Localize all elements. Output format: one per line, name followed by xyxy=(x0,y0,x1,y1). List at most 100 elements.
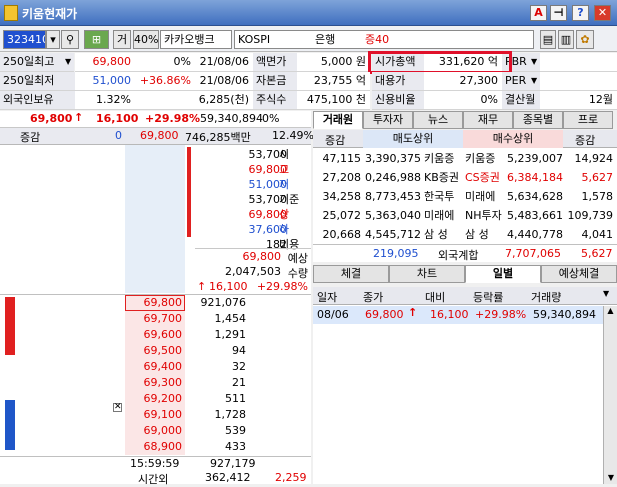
broker-cell: 8,773,453 xyxy=(365,190,421,203)
broker-row[interactable]: 20,668 4,545,712 삼 성삼 성 4,440,778 4,041 xyxy=(313,225,617,244)
broker-cell: 5,634,628 xyxy=(507,190,563,203)
broker-cell: 27,208 xyxy=(322,171,362,184)
app-icon xyxy=(4,5,18,21)
settings-icon[interactable]: ✿ xyxy=(576,30,594,49)
broker-cell: 한국투 xyxy=(424,190,455,203)
broker-cell: NH투자 xyxy=(465,209,502,222)
bid-qty: 21 xyxy=(232,376,246,389)
bid-price: 69,100 xyxy=(125,407,185,423)
bid-price: 69,200 xyxy=(125,391,185,407)
info-label: 신용비율 xyxy=(372,91,424,110)
daily-header-cell: 일자 xyxy=(317,291,338,304)
header-label: 증감 xyxy=(575,134,596,147)
bid-row[interactable]: 68,900 433 xyxy=(0,439,311,455)
broker-row[interactable]: 25,072 5,363,040 미래에 NH투자 5,483,661 109,739 xyxy=(313,206,617,225)
scroll-down-icon[interactable]: ▼ xyxy=(604,473,617,482)
toolbar: 323410 ▾ ⚲ ⊞ 거 40% 카카오뱅크 KOSPI 은행 증40 ▤ … xyxy=(0,27,617,52)
search-icon[interactable]: ⚲ xyxy=(61,30,79,49)
scrollbar[interactable]: ▲ ▼ xyxy=(603,306,617,484)
broker-cell: 5,627 xyxy=(581,171,614,184)
market-info: KOSPI 은행 증40 xyxy=(234,30,534,49)
bid-qty: 433 xyxy=(225,440,246,453)
dropdown-icon[interactable]: ▾ xyxy=(46,30,60,49)
broker-header: 증감 매도상위 매수상위 증감 xyxy=(313,130,617,148)
window-title: 키움현재가 xyxy=(22,7,78,21)
chart-icon[interactable]: ⊞ xyxy=(84,30,109,49)
volume: 59,340,894 xyxy=(200,112,263,125)
volume-pct: 0% xyxy=(262,112,280,125)
bid-row[interactable]: 69,400 32 xyxy=(0,359,311,375)
window-icon[interactable]: ▥ xyxy=(558,30,574,49)
tab-5[interactable]: 프로 xyxy=(563,111,613,129)
footer-after-label: 시간외 xyxy=(138,473,169,486)
broker-cell: 5,239,007 xyxy=(507,152,563,165)
broker-cell: 4,041 xyxy=(581,228,614,241)
daily-close: 69,800 xyxy=(365,308,404,321)
info-value: 12월 xyxy=(540,91,617,110)
dropdown-icon[interactable]: ▼ xyxy=(603,289,609,298)
pin-icon[interactable]: ⊣ xyxy=(550,5,567,21)
close-icon[interactable]: ✕ xyxy=(594,5,611,21)
dropdown-icon[interactable]: ▼ xyxy=(62,53,74,72)
broker-row[interactable]: 27,208 0,246,988 KB증권 CS증권 6,384,184 5,627 xyxy=(313,168,617,187)
daily-tab-3[interactable]: 예상체결 xyxy=(541,265,617,283)
broker-cell: 삼 성 xyxy=(424,228,448,241)
info-label: 자본금 xyxy=(253,72,297,91)
dropdown-icon[interactable]: ▼ xyxy=(528,53,540,72)
order-button[interactable]: 거 xyxy=(113,30,131,49)
daily-volume: 59,340,894 xyxy=(533,308,596,321)
stock-code-input[interactable]: 323410 xyxy=(3,30,46,49)
tab-1[interactable]: 투자자 xyxy=(363,111,413,129)
dropdown-icon[interactable]: ▼ xyxy=(528,72,540,91)
info-value: 23,755 억 xyxy=(297,72,370,91)
foreign-buy: 7,707,065 xyxy=(505,247,561,260)
broker-cell: KB증권 xyxy=(424,171,459,184)
info-value: 69,800 xyxy=(75,53,135,72)
broker-row[interactable]: 47,115 3,390,375 키움증 키움증 5,239,007 14,924 xyxy=(313,149,617,168)
bid-price: 69,400 xyxy=(125,359,185,375)
doc-icon[interactable]: ▤ xyxy=(540,30,556,49)
bid-price: 69,600 xyxy=(125,327,185,343)
daily-tab-0[interactable]: 체결 xyxy=(313,265,389,283)
tab-4[interactable]: 종목별 xyxy=(513,111,563,129)
bid-row[interactable]: 69,600 1,291 xyxy=(0,327,311,343)
info-value: 475,100 천 xyxy=(297,91,370,110)
daily-tab-1[interactable]: 차트 xyxy=(389,265,465,283)
tab-0[interactable]: 거래원 xyxy=(313,111,363,129)
broker-cell: 1,578 xyxy=(581,190,614,203)
foreign-sell: 219,095 xyxy=(373,247,419,260)
info-value xyxy=(540,72,617,91)
info-value xyxy=(540,53,617,72)
help-icon[interactable]: ? xyxy=(572,5,589,21)
footer-after-qty: 362,412 xyxy=(205,471,251,484)
broker-cell: 20,668 xyxy=(322,228,362,241)
info-value xyxy=(135,91,195,110)
orderbook-header: 증감 0 69,800 746,285백만 12.49% xyxy=(0,128,314,145)
bid-row[interactable]: 69,000 539 xyxy=(0,423,311,439)
font-icon[interactable]: A xyxy=(530,5,547,21)
daily-tab-2[interactable]: 일별 xyxy=(465,265,541,283)
bid-row[interactable]: 69,300 21 xyxy=(0,375,311,391)
broker-row[interactable]: 34,258 8,773,453 한국투 미래에 5,634,628 1,578 xyxy=(313,187,617,206)
bid-qty: 94 xyxy=(232,344,246,357)
header-label: 매도상위 xyxy=(363,130,463,148)
info-label: 주식수 xyxy=(253,91,297,110)
broker-cell: 25,072 xyxy=(322,209,362,222)
scroll-up-icon[interactable]: ▲ xyxy=(604,306,617,315)
header-label: 매수상위 xyxy=(463,130,563,148)
bid-row[interactable]: 69,700 1,454 xyxy=(0,311,311,327)
bid-qty: 32 xyxy=(232,360,246,373)
current-price-marker xyxy=(125,295,185,311)
bid-row[interactable]: 69,200 511 xyxy=(0,391,311,407)
current-price: 69,800 xyxy=(30,112,73,125)
bid-row[interactable]: 69,100 1,728 xyxy=(0,407,311,423)
broker-cell: 0,246,988 xyxy=(365,171,421,184)
tab-2[interactable]: 뉴스 xyxy=(413,111,463,129)
tab-3[interactable]: 재무 xyxy=(463,111,513,129)
bid-row[interactable]: 69,500 94 xyxy=(0,343,311,359)
broker-cell: 미래에 xyxy=(465,190,496,203)
highlight-box xyxy=(368,51,512,74)
info-value: 5,000 원 xyxy=(297,53,370,72)
summary-key: 고 xyxy=(279,163,290,176)
daily-row[interactable]: 08/06 69,800 ↑ 16,100 +29.98% 59,340,894 xyxy=(313,306,603,324)
